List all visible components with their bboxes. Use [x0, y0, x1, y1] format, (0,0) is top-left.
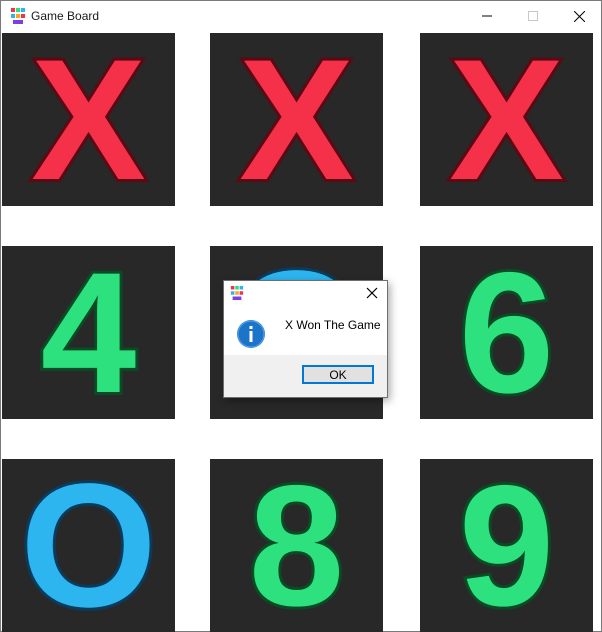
- ok-button[interactable]: OK: [302, 365, 374, 384]
- info-icon: [237, 320, 265, 348]
- cell-6-mark: 6: [456, 246, 558, 419]
- dialog-message: X Won The Game: [285, 318, 381, 332]
- maximize-icon: [528, 11, 538, 21]
- minimize-icon: [482, 15, 492, 17]
- minimize-button[interactable]: [464, 1, 510, 31]
- board-cell-7[interactable]: O: [2, 459, 175, 632]
- close-icon: [573, 10, 585, 22]
- close-button[interactable]: [556, 1, 602, 31]
- window-title: Game Board: [31, 9, 100, 23]
- app-logo-icon: [230, 286, 244, 300]
- board-cell-3[interactable]: X: [420, 33, 593, 206]
- cell-1-mark: X: [28, 33, 149, 206]
- cell-3-mark: X: [446, 33, 567, 206]
- board-cell-4[interactable]: 4: [2, 246, 175, 419]
- cell-9-mark: 9: [456, 459, 558, 632]
- cell-7-mark: O: [17, 459, 160, 632]
- dialog-footer: OK: [224, 355, 387, 397]
- app-logo-icon: [11, 8, 25, 24]
- cell-4-mark: 4: [38, 246, 140, 419]
- title-bar[interactable]: Game Board: [1, 1, 601, 31]
- cell-8-mark: 8: [246, 459, 348, 632]
- board-cell-2[interactable]: X: [210, 33, 383, 206]
- result-dialog: X Won The Game OK: [223, 280, 388, 398]
- cell-2-mark: X: [236, 33, 357, 206]
- board-cell-6[interactable]: 6: [420, 246, 593, 419]
- board-cell-8[interactable]: 8: [210, 459, 383, 632]
- dialog-close-icon[interactable]: [365, 286, 379, 300]
- board-cell-1[interactable]: X: [2, 33, 175, 206]
- board-cell-9[interactable]: 9: [420, 459, 593, 632]
- maximize-button[interactable]: [510, 1, 556, 31]
